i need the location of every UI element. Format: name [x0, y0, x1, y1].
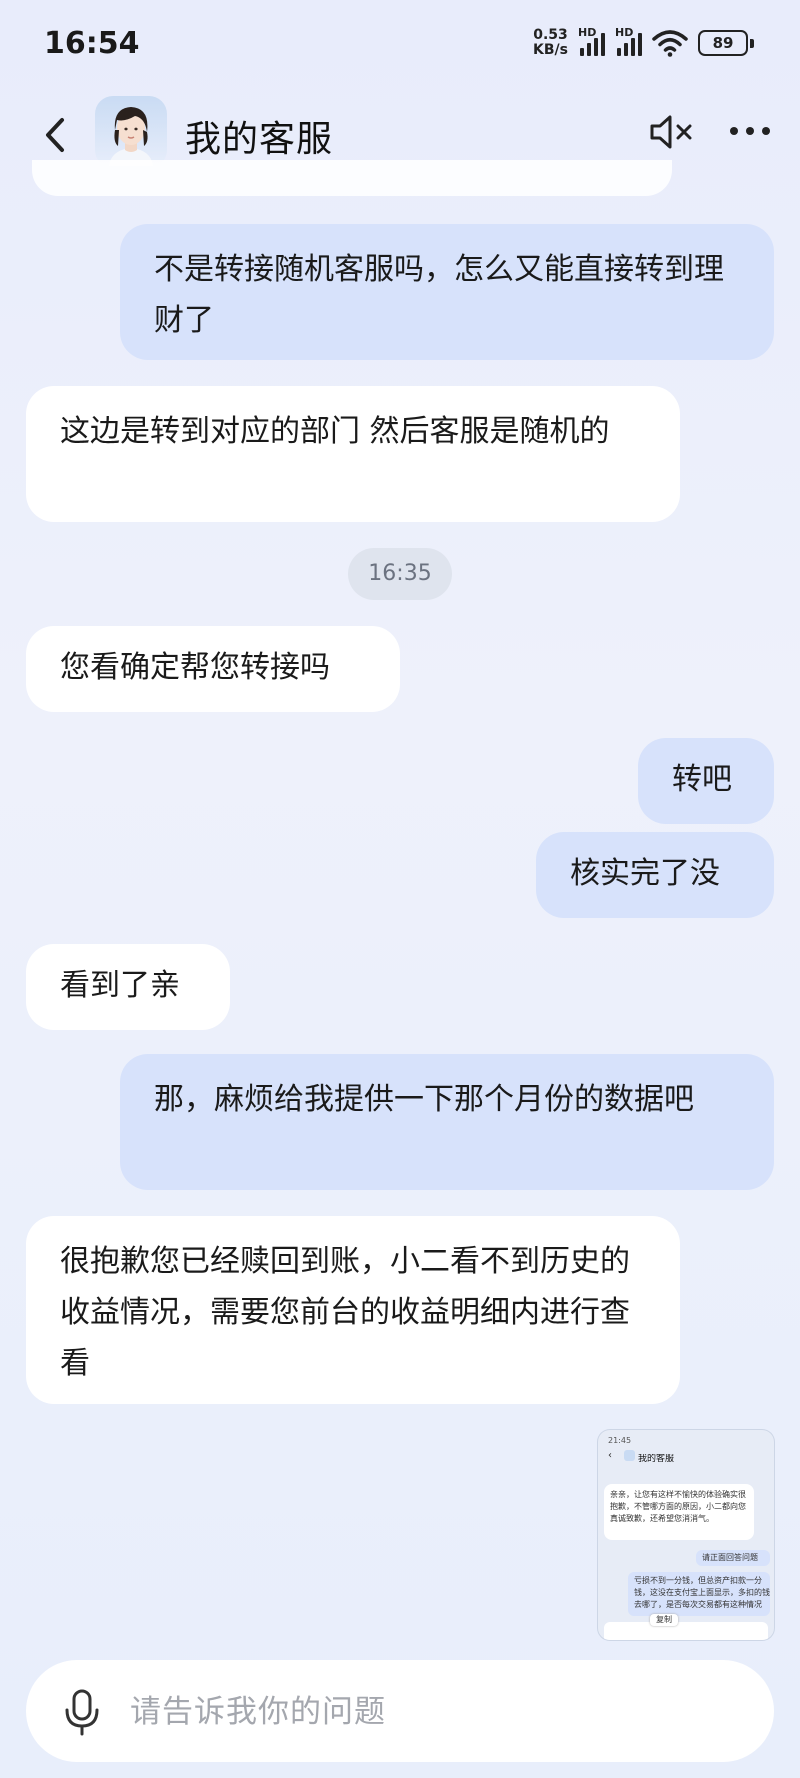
signal-2-icon: HD [615, 26, 642, 56]
message-bubble-outgoing[interactable]: 不是转接随机客服吗，怎么又能直接转到理财了 [120, 224, 774, 360]
back-arrow-icon[interactable] [36, 110, 76, 160]
agent-avatar[interactable] [95, 96, 167, 168]
status-icons: 0.53 KB/s HD HD 89 [533, 26, 754, 58]
message-bubble-incoming[interactable]: 很抱歉您已经赎回到账，小二看不到历史的收益情况，需要您前台的收益明细内进行查看 [26, 1216, 680, 1404]
thumb-avatar [624, 1450, 635, 1461]
sound-muted-icon[interactable] [648, 112, 698, 152]
message-bubble-outgoing[interactable]: 那，麻烦给我提供一下那个月份的数据吧 [120, 1054, 774, 1190]
message-input-placeholder[interactable]: 请告诉我你的问题 [130, 1686, 386, 1731]
screenshot-image-message[interactable]: 21:45 我的客服 ‹ 亲亲，让您有这样不愉快的体验确实很 抱歉，不管哪方面的… [598, 1430, 774, 1640]
network-speed-value: 0.53 [533, 27, 568, 43]
thumb-line: 抱歉，不管哪方面的原因，小二都向您 [610, 1502, 746, 1511]
thumb-copy-tooltip: 复制 [650, 1614, 678, 1626]
thumb-time: 21:45 [608, 1436, 632, 1445]
message-input-bar[interactable]: 请告诉我你的问题 [26, 1660, 774, 1762]
message-bubble-outgoing[interactable]: 转吧 [638, 738, 774, 824]
message-bubble-incoming[interactable]: 看到了亲 [26, 944, 230, 1030]
message-timestamp: 16:35 [348, 548, 452, 600]
previous-message-edge [32, 160, 672, 196]
battery-level: 89 [698, 30, 748, 56]
battery-icon: 89 [698, 30, 754, 56]
thumb-line: 去哪了，是否每次交易都有这种情况 [634, 1600, 762, 1609]
hd-label: HD [615, 26, 634, 39]
microphone-icon[interactable] [60, 1688, 104, 1736]
thumb-line: 请正面回答问题 [702, 1553, 758, 1562]
message-bubble-incoming[interactable]: 您看确定帮您转接吗 [26, 626, 400, 712]
signal-1-icon: HD [578, 26, 605, 56]
thumb-back-icon: ‹ [608, 1450, 612, 1461]
thumb-line: 亏损不到一分钱，但总资产扣款一分 [634, 1576, 762, 1585]
avatar-portrait-icon [109, 107, 153, 166]
message-bubble-outgoing[interactable]: 核实完了没 [536, 832, 774, 918]
message-bubble-incoming[interactable]: 这边是转到对应的部门 然后客服是随机的 [26, 386, 680, 522]
status-bar: 16:54 0.53 KB/s HD HD 89 [0, 0, 800, 96]
network-speed: 0.53 KB/s [533, 28, 568, 58]
hd-label: HD [578, 26, 597, 39]
page-title: 我的客服 [185, 119, 334, 160]
network-speed-unit: KB/s [533, 42, 568, 58]
thumb-line: 钱，这没在支付宝上面显示，多扣的钱 [634, 1588, 770, 1597]
thumb-line: 真诚致歉，还希望您消消气。 [610, 1514, 714, 1523]
more-options-icon[interactable] [728, 116, 772, 146]
thumb-line: 亲亲，让您有这样不愉快的体验确实很 [610, 1490, 746, 1499]
thumb-title: 我的客服 [638, 1454, 675, 1464]
status-time: 16:54 [44, 26, 140, 61]
wifi-icon [652, 30, 688, 57]
